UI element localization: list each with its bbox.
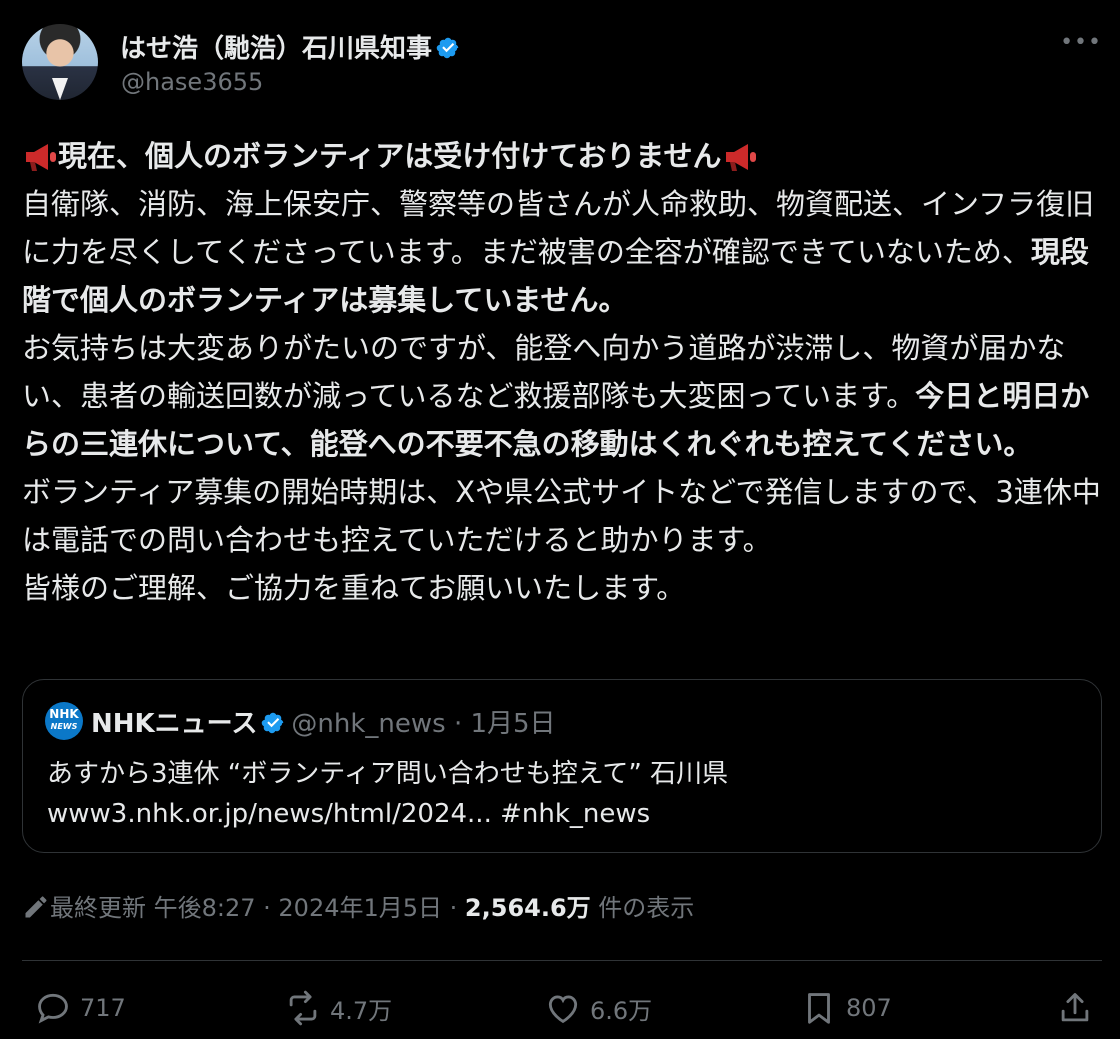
view-count: 2,564.6万 <box>464 894 591 922</box>
more-options-icon[interactable]: ••• <box>1060 30 1102 55</box>
like-button[interactable]: 6.6万 <box>544 983 652 1033</box>
tweet-header: はせ浩（馳浩）石川県知事 @hase3655 ••• <box>22 24 1102 104</box>
view-count-label: 件の表示 <box>590 894 695 922</box>
megaphone-icon-end <box>725 144 756 171</box>
author-handle[interactable]: @hase3655 <box>121 68 263 96</box>
headline-text: 現在、個人のボランティアは受け付けておりません <box>58 139 722 173</box>
repost-count: 4.7万 <box>330 996 393 1025</box>
tweet-paragraph-4: 皆様のご理解、ご協力を重ねてお願いいたします。 <box>22 571 686 605</box>
tweet-paragraph-3: ボランティア募集の開始時期は、Xや県公式サイトなどで発信しますので、3連休中は電… <box>22 475 1101 557</box>
quoted-tweet-card[interactable]: NHK NEWS NHKニュース @nhk_news · 1月5日 あすから3連休 “… <box>22 679 1102 853</box>
edited-timestamp[interactable]: 最終更新 午後8:27 · 2024年1月5日 · <box>50 894 465 922</box>
heart-icon <box>548 995 578 1024</box>
reply-count: 717 <box>80 994 126 1022</box>
verified-badge-icon <box>436 37 459 59</box>
p2-text: お気持ちは大変ありがたいのですが、能登へ向かう道路が渋滞し、物資が届かない、患者… <box>22 331 1066 413</box>
bookmark-button[interactable]: 807 <box>800 983 892 1033</box>
quoted-author-handle: @nhk_news · 1月5日 <box>291 709 556 739</box>
action-bar: 717 4.7万 6.6万 807 <box>22 983 1102 1033</box>
quoted-author-name: NHKニュース <box>91 709 258 739</box>
tweet-paragraph-1: 自衛隊、消防、海上保安庁、警察等の皆さんが人命救助、物資配送、インフラ復旧に力を… <box>22 180 1102 324</box>
tweet-headline: 現在、個人のボランティアは受け付けておりません <box>22 132 1102 180</box>
share-icon <box>1061 993 1089 1022</box>
share-button[interactable] <box>1056 983 1102 1033</box>
megaphone-icon <box>26 144 56 171</box>
reply-icon <box>38 993 68 1024</box>
tweet-body: 現在、個人のボランティアは受け付けておりません 自衛隊、消防、海上保安庁、警察等… <box>22 132 1102 612</box>
repost-button[interactable]: 4.7万 <box>284 983 392 1033</box>
quoted-verified-badge-icon <box>262 712 284 734</box>
tweet-paragraph-2: お気持ちは大変ありがたいのですが、能登へ向かう道路が渋滞し、物資が届かない、患者… <box>22 324 1102 468</box>
quoted-tweet-header: NHK NEWS NHKニュース @nhk_news · 1月5日 <box>45 702 556 744</box>
bookmark-icon <box>808 993 830 1024</box>
quoted-text-line-1: あすから3連休 “ボランティア問い合わせも控えて” 石川県 <box>47 759 729 789</box>
author-name-text[interactable]: はせ浩（馳浩）石川県知事 <box>120 34 432 64</box>
p1-text: 自衛隊、消防、海上保安庁、警察等の皆さんが人命救助、物資配送、インフラ復旧に力を… <box>22 187 1095 269</box>
divider <box>22 960 1102 961</box>
repost-icon <box>289 990 317 1026</box>
nhk-logo-icon: NHK NEWS <box>45 702 83 740</box>
author-avatar[interactable] <box>22 24 98 100</box>
reply-button[interactable]: 717 <box>34 983 126 1033</box>
quoted-tweet-text: あすから3連休 “ボランティア問い合わせも控えて” 石川県 www3.nhk.o… <box>47 754 728 834</box>
nhk-logo-bottom: NEWS <box>50 722 78 731</box>
like-count: 6.6万 <box>590 996 653 1025</box>
quoted-text-line-2: www3.nhk.or.jp/news/html/2024... #nhk_ne… <box>47 799 651 829</box>
author-name[interactable]: はせ浩（馳浩）石川県知事 <box>120 28 460 65</box>
tweet-meta: 最終更新 午後8:27 · 2024年1月5日 · 2,564.6万 件の表示 <box>22 888 694 923</box>
nhk-logo-top: NHK <box>49 707 79 721</box>
edit-pencil-icon <box>25 896 47 918</box>
bookmark-count: 807 <box>846 994 892 1022</box>
